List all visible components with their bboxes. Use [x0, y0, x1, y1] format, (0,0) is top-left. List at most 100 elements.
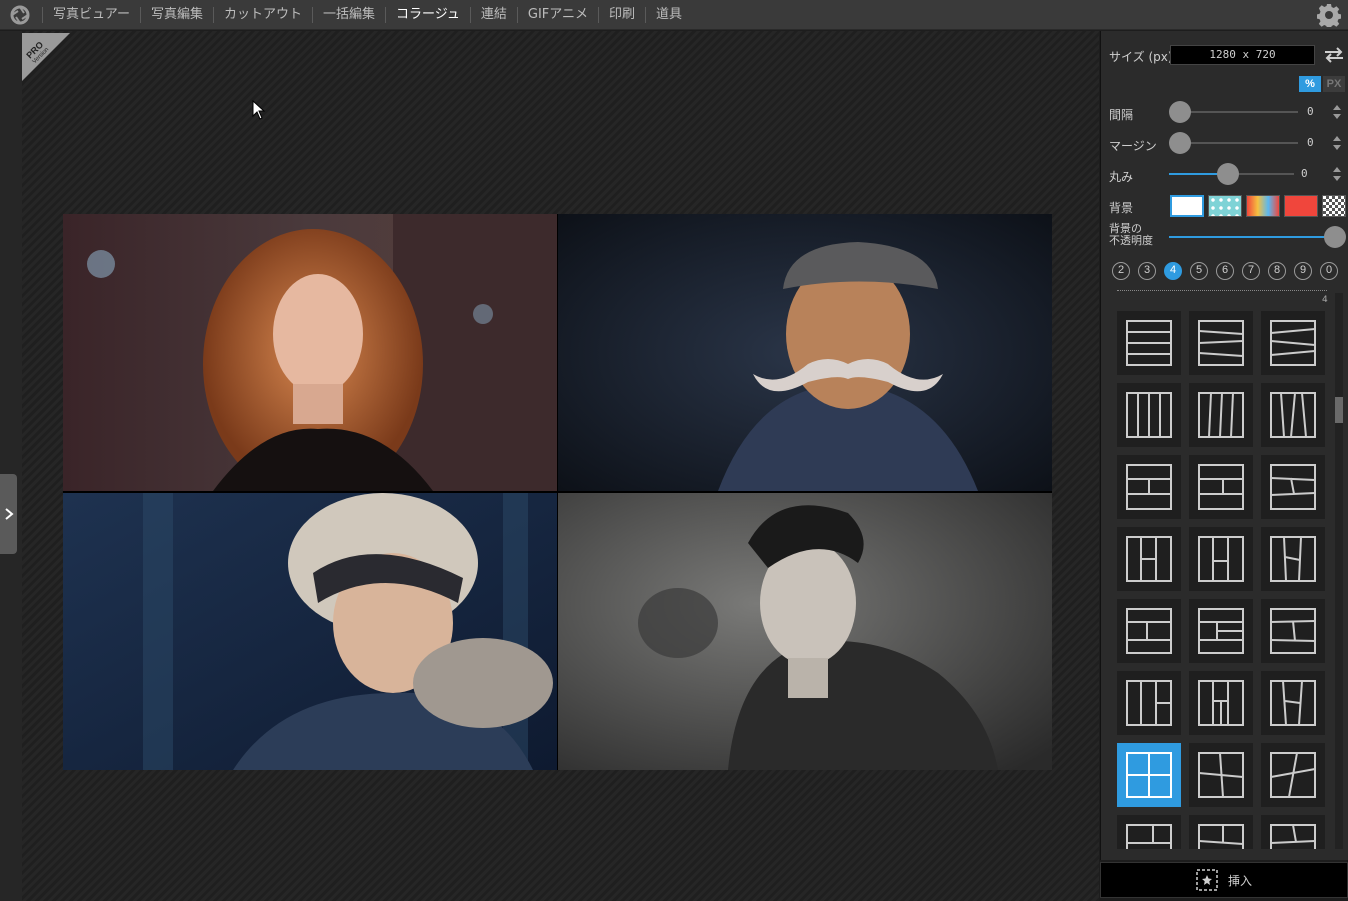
rounding-slider[interactable] — [1169, 163, 1294, 185]
layout-template-rows-angled[interactable] — [1261, 311, 1325, 375]
layout-rows-tilted-icon — [1198, 320, 1244, 366]
pro-version-badge: PRO Version — [22, 33, 70, 81]
layout-count: 4 — [1322, 295, 1328, 305]
layout-template-quad-angled[interactable] — [1261, 743, 1325, 807]
layout-mixed-icon — [1270, 680, 1316, 726]
gear-icon[interactable] — [1317, 3, 1341, 27]
photo-count-4[interactable]: 4 — [1164, 262, 1182, 280]
menu-print[interactable]: 印刷 — [598, 7, 645, 23]
margin-spinner[interactable] — [1332, 133, 1342, 153]
margin-slider[interactable] — [1169, 132, 1298, 154]
layout-template-columns-tilted[interactable] — [1189, 383, 1253, 447]
menu-collage[interactable]: コラージュ — [385, 7, 470, 23]
photo-count-10[interactable]: 0 — [1320, 262, 1338, 280]
spacing-slider[interactable] — [1169, 101, 1298, 123]
background-label: 背景 — [1109, 201, 1134, 215]
layout-rows-split-icon — [1270, 464, 1316, 510]
layout-quad-angled-icon — [1270, 752, 1316, 798]
layout-template-rows-split-2[interactable] — [1189, 455, 1253, 519]
layout-template-grid — [1117, 311, 1327, 849]
layout-template-mixed-b[interactable] — [1189, 671, 1253, 735]
photo-count-9[interactable]: 9 — [1294, 262, 1312, 280]
photo-count-2[interactable]: 2 — [1112, 262, 1130, 280]
expand-sidebar-button[interactable] — [0, 474, 17, 554]
rounding-spinner[interactable] — [1332, 164, 1342, 184]
collage-photo-man-in-coat[interactable] — [558, 493, 1052, 770]
unit-percent-toggle[interactable]: % — [1299, 76, 1321, 92]
swap-dimensions-icon[interactable] — [1323, 45, 1345, 65]
layout-template-extra-a[interactable] — [1117, 815, 1181, 849]
layout-grid-icon — [1198, 608, 1244, 654]
layout-columns-tilted-icon — [1198, 392, 1244, 438]
layout-template-columns-split-3[interactable] — [1261, 527, 1325, 591]
layout-template-grid-a[interactable] — [1117, 599, 1181, 663]
menu-batch-edit[interactable]: 一括編集 — [312, 7, 385, 23]
layout-template-extra-b[interactable] — [1189, 815, 1253, 849]
background-transparent-swatch[interactable] — [1322, 195, 1346, 217]
layout-template-mixed-a[interactable] — [1117, 671, 1181, 735]
rounding-value[interactable]: 0 — [1301, 167, 1308, 180]
layout-template-columns-split-1[interactable] — [1117, 527, 1181, 591]
background-color-swatch[interactable] — [1284, 195, 1318, 217]
opacity-slider[interactable] — [1169, 226, 1346, 248]
layout-scrollbar-thumb[interactable] — [1335, 397, 1343, 423]
layout-template-rows-tilted[interactable] — [1189, 311, 1253, 375]
main-menu: 写真ビュアー 写真編集 カットアウト 一括編集 コラージュ 連結 GIFアニメ … — [42, 0, 692, 30]
layout-rows-angled-icon — [1270, 320, 1316, 366]
layout-template-quad-tilted[interactable] — [1189, 743, 1253, 807]
collage-photo-woman-in-hood[interactable] — [63, 493, 557, 770]
opacity-slider-knob[interactable] — [1324, 226, 1346, 248]
photo-count-6[interactable]: 6 — [1216, 262, 1234, 280]
background-pattern-swatch[interactable] — [1208, 195, 1242, 217]
collage-settings-panel: サイズ (px) 1280 x 720 % PX 間隔 0 マージン 0 丸み … — [1100, 31, 1348, 860]
collage-photo-mustache-man[interactable] — [558, 214, 1052, 491]
margin-slider-knob[interactable] — [1169, 132, 1191, 154]
layout-template-rows-straight[interactable] — [1117, 311, 1181, 375]
divider — [1117, 290, 1327, 291]
rounding-slider-knob[interactable] — [1216, 163, 1239, 185]
layout-template-mixed-c[interactable] — [1261, 671, 1325, 735]
layout-template-columns-straight[interactable] — [1117, 383, 1181, 447]
spacing-spinner[interactable] — [1332, 102, 1342, 122]
menu-photo-viewer[interactable]: 写真ビュアー — [42, 7, 140, 23]
background-image-swatch[interactable] — [1246, 195, 1280, 217]
insert-button[interactable]: 挿入 — [1100, 862, 1348, 898]
collage-photo-redhead-woman[interactable] — [63, 214, 557, 491]
layout-template-rows-split-1[interactable] — [1117, 455, 1181, 519]
layout-template-extra-c[interactable] — [1261, 815, 1325, 849]
layout-template-quad-selected[interactable] — [1117, 743, 1181, 807]
margin-label: マージン — [1109, 139, 1157, 153]
layout-template-grid-c[interactable] — [1261, 599, 1325, 663]
app-logo-icon[interactable] — [9, 4, 31, 26]
size-field[interactable]: 1280 x 720 — [1170, 45, 1315, 65]
photo-count-selector: 2 3 4 5 6 7 8 9 0 — [1112, 262, 1338, 280]
chevron-right-icon — [4, 508, 14, 520]
background-white-swatch[interactable] — [1170, 195, 1204, 217]
layout-mixed-icon — [1198, 680, 1244, 726]
top-menu-bar: 写真ビュアー 写真編集 カットアウト 一括編集 コラージュ 連結 GIFアニメ … — [0, 0, 1348, 30]
menu-cutout[interactable]: カットアウト — [212, 7, 312, 23]
layout-template-columns-angled[interactable] — [1261, 383, 1325, 447]
unit-px-toggle[interactable]: PX — [1323, 76, 1345, 92]
photo-count-7[interactable]: 7 — [1242, 262, 1260, 280]
spacing-value[interactable]: 0 — [1307, 105, 1314, 118]
menu-photo-edit[interactable]: 写真編集 — [139, 7, 213, 23]
menu-tools[interactable]: 道具 — [645, 7, 692, 23]
layout-template-rows-split-3[interactable] — [1261, 455, 1325, 519]
menu-combine[interactable]: 連結 — [469, 7, 517, 23]
layout-columns-split-icon — [1270, 536, 1316, 582]
layout-template-columns-split-2[interactable] — [1189, 527, 1253, 591]
rounding-label: 丸み — [1109, 170, 1134, 184]
layout-mixed-icon — [1126, 680, 1172, 726]
photo-count-5[interactable]: 5 — [1190, 262, 1208, 280]
photo-count-3[interactable]: 3 — [1138, 262, 1156, 280]
spacing-slider-knob[interactable] — [1169, 101, 1191, 123]
collage-preview[interactable] — [63, 214, 1052, 770]
photo-count-8[interactable]: 8 — [1268, 262, 1286, 280]
layout-rows-split-icon — [1198, 464, 1244, 510]
layout-rows-split-icon — [1126, 464, 1172, 510]
menu-gif-animation[interactable]: GIFアニメ — [516, 7, 598, 23]
layout-template-grid-b[interactable] — [1189, 599, 1253, 663]
layout-scrollbar[interactable] — [1335, 293, 1343, 849]
margin-value[interactable]: 0 — [1307, 136, 1314, 149]
